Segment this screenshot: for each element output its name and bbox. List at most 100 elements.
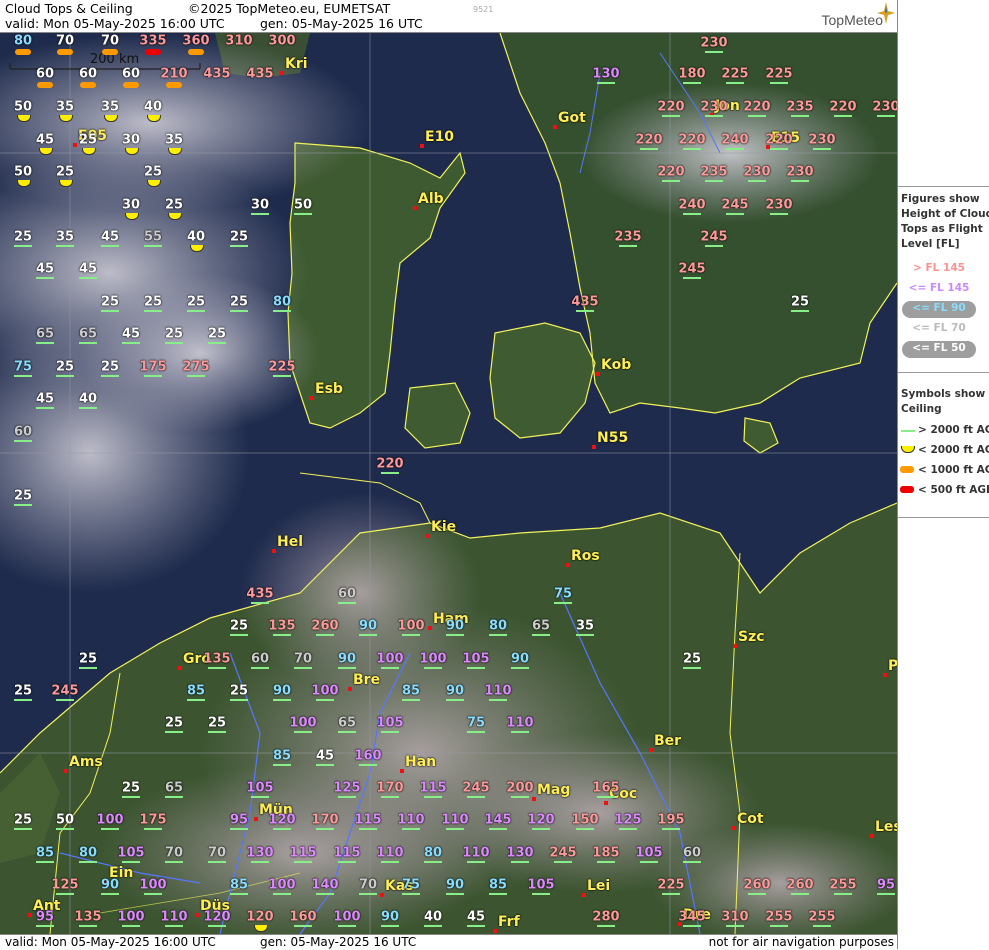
city-marker [272, 549, 276, 553]
ceiling-very-low-marker [166, 82, 182, 88]
ceiling-high-marker [294, 861, 312, 863]
city-marker [883, 673, 887, 677]
cloud-top-value: 220 [657, 164, 685, 180]
ceiling-high-marker [251, 667, 269, 669]
ceiling-high-marker [187, 310, 205, 312]
ceiling-high-marker [14, 375, 32, 377]
cloud-top-value: 95 [229, 812, 249, 828]
cloud-top-value: 435 [246, 586, 274, 602]
ceiling-high-marker [208, 861, 226, 863]
cloud-top-value: 310 [225, 33, 253, 49]
cloud-top-value: 255 [765, 909, 793, 925]
ceiling-high-marker [144, 828, 162, 830]
ceiling-very-low-marker [15, 49, 31, 55]
cloud-top-value: 100 [289, 715, 317, 731]
cloud-top-value: 435 [246, 66, 274, 82]
ceiling-high-marker [122, 796, 140, 798]
ceiling-high-marker [489, 893, 507, 895]
legend-ceiling-item: > 2000 ft AGL [918, 424, 989, 436]
ceiling-high-marker [294, 213, 312, 215]
city-label: Frf [498, 914, 520, 930]
footer-valid-time: valid: Mon 05-May-2025 16:00 UTC [5, 935, 216, 949]
ceiling-high-marker [79, 342, 97, 344]
ceiling-high-marker [294, 925, 312, 927]
ceiling-high-marker [208, 342, 226, 344]
cloud-top-value: 115 [419, 780, 447, 796]
ceiling-high-marker [597, 925, 615, 927]
ceiling-high-marker [79, 277, 97, 279]
cloud-top-value: 25 [164, 197, 184, 213]
cloud-top-value: 25 [121, 780, 141, 796]
ceiling-high-marker [251, 213, 269, 215]
ceiling-high-marker [683, 213, 701, 215]
cloud-top-value: 25 [100, 359, 120, 375]
city-label: Alb [418, 191, 444, 207]
cloud-top-value: 85 [488, 877, 508, 893]
city-label: P [888, 658, 897, 674]
city-marker [64, 769, 68, 773]
cloud-top-value: 65 [35, 326, 55, 342]
cloud-top-value: 45 [466, 909, 486, 925]
cloud-top-value: 90 [358, 618, 378, 634]
cloud-top-value: 240 [678, 197, 706, 213]
cloud-top-value: 170 [311, 812, 339, 828]
cloud-top-value: 45 [78, 261, 98, 277]
ceiling-high-marker [683, 667, 701, 669]
cloud-top-value: 310 [721, 909, 749, 925]
ceiling-high-marker [56, 375, 74, 377]
ceiling-high-marker [683, 861, 701, 863]
ceiling-high-marker [662, 893, 680, 895]
ceiling-high-marker [208, 731, 226, 733]
city-marker [596, 372, 600, 376]
ceiling-high-marker [532, 828, 550, 830]
ceiling-high-marker [144, 310, 162, 312]
ceiling-high-marker [316, 764, 334, 766]
cloud-top-value: 25 [186, 294, 206, 310]
cloud-top-value: 130 [506, 845, 534, 861]
cloud-top-value: 105 [117, 845, 145, 861]
cloud-top-value: 60 [682, 845, 702, 861]
ceiling-high-marker [402, 893, 420, 895]
cloud-top-value: 120 [527, 812, 555, 828]
cloud-top-value: 25 [164, 326, 184, 342]
cloud-top-value: 105 [376, 715, 404, 731]
ceiling-high-marker [446, 634, 464, 636]
ceiling-high-marker [402, 828, 420, 830]
ceiling-high-marker [251, 602, 269, 604]
ceiling-high-marker [597, 861, 615, 863]
ceiling-high-marker [36, 861, 54, 863]
ceiling-high-marker [359, 893, 377, 895]
cloud-top-value: 230 [700, 99, 728, 115]
map-title: Cloud Tops & Ceiling [5, 1, 133, 16]
cloud-top-value: 275 [182, 359, 210, 375]
cloud-top-value: 100 [397, 618, 425, 634]
ceiling-high-marker [122, 342, 140, 344]
ceiling-high-marker [662, 180, 680, 182]
city-label: Ams [69, 754, 103, 770]
ceiling-high-marker [79, 667, 97, 669]
legend-ceiling-symbol [901, 446, 915, 453]
cloud-top-value: 70 [55, 33, 75, 49]
ceiling-high-marker [316, 893, 334, 895]
ceiling-high-marker [446, 699, 464, 701]
cloud-top-value: 55 [143, 229, 163, 245]
cloud-top-value: 110 [462, 845, 490, 861]
legend-panel: Figures show Height of Cloud Tops as Fli… [897, 0, 989, 949]
city-label: Han [405, 754, 437, 770]
ceiling-high-marker [619, 828, 637, 830]
ceiling-high-marker [14, 504, 32, 506]
ceiling-high-marker [273, 634, 291, 636]
city-label: Cot [737, 811, 764, 827]
ceiling-high-marker [273, 828, 291, 830]
cloud-top-value: 130 [246, 845, 274, 861]
cloud-top-value: 35 [164, 132, 184, 148]
cloud-top-value: 235 [614, 229, 642, 245]
ceiling-high-marker [230, 699, 248, 701]
cloud-top-value: 25 [229, 294, 249, 310]
city-label: Les [875, 819, 897, 835]
cloud-top-value: 35 [575, 618, 595, 634]
cloud-top-value: 225 [765, 66, 793, 82]
legend-tops-title-3: Tops as Flight [901, 223, 983, 235]
cloud-top-value: 115 [333, 845, 361, 861]
ceiling-high-marker [187, 375, 205, 377]
